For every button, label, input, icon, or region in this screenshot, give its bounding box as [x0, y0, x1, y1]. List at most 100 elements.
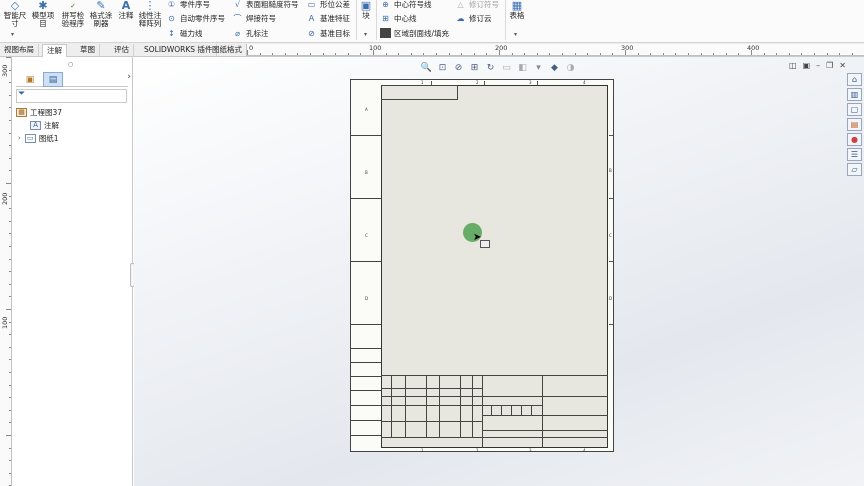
tab-annotation[interactable]: 注解: [42, 44, 67, 57]
ruler-tick: [788, 53, 790, 55]
ruler-tick: [272, 53, 274, 55]
file-explorer-icon[interactable]: ▢: [847, 103, 862, 116]
sheet-line: [542, 375, 543, 448]
maximize-icon[interactable]: ❐: [826, 61, 833, 70]
model-items-button[interactable]: ✱ 模型项 目: [30, 0, 56, 28]
display-style-icon[interactable]: ◧: [516, 62, 529, 75]
centerline-button[interactable]: ⊞ 中心线: [380, 11, 416, 25]
tab-view-layout[interactable]: 视图布局: [0, 44, 39, 57]
filter-icon[interactable]: ⏷: [18, 89, 25, 99]
note-button[interactable]: A 注释: [116, 0, 136, 20]
block-button[interactable]: ▣ 块: [359, 0, 373, 20]
smart-dimension-button[interactable]: ◇ 智能尺 寸: [3, 0, 27, 28]
appearance-icon[interactable]: ◆: [548, 62, 561, 75]
revision-symbol-button[interactable]: △ 修订符号: [455, 0, 499, 11]
sheet-line: [521, 405, 522, 415]
format-painter-button[interactable]: ✎ 格式涂 刷器: [88, 0, 114, 28]
design-library-icon[interactable]: ▥: [847, 88, 862, 101]
sheet-line: [482, 415, 608, 416]
sheet-line: [381, 405, 482, 406]
magnetic-line-button[interactable]: ↕ 磁力线: [166, 26, 202, 40]
tile-icon[interactable]: ◫: [789, 61, 797, 70]
surface-finish-icon: √: [234, 0, 241, 9]
command-manager-ribbon: ◇ 智能尺 寸 ✱ 模型项 目 ✓ 拼写检 验程序 ✎ 格式涂 刷器 A 注释 …: [0, 0, 864, 43]
hide-show-icon[interactable]: ▾: [532, 62, 545, 75]
drawing-sheet[interactable]: A B C D B C D 1 2 3 4 1 2 3 4: [350, 79, 614, 453]
ruler-label: 200: [495, 44, 508, 52]
ruler-label: 200: [1, 192, 9, 205]
restore-view-icon[interactable]: ▣: [803, 61, 811, 70]
ruler-tick: [9, 246, 11, 247]
appearances-icon[interactable]: ●: [847, 133, 862, 146]
forum-icon[interactable]: ▱: [847, 163, 862, 176]
datum-feature-button[interactable]: Ａ 基准特征: [306, 11, 351, 25]
ruler-label: 0: [249, 44, 254, 52]
tree-item-sheet[interactable]: › ▭ 图纸1: [18, 132, 59, 144]
title-block[interactable]: [381, 375, 608, 448]
sheet-line: [531, 405, 532, 415]
zoom-to-selection-icon[interactable]: ⊞: [468, 62, 481, 75]
block-dropdown-icon[interactable]: ▾: [364, 31, 367, 38]
ruler-tick: [763, 53, 765, 55]
custom-properties-icon[interactable]: ☰: [847, 148, 862, 161]
spell-check-button[interactable]: ✓ 拼写检 验程序: [60, 0, 86, 28]
feature-tree-tab[interactable]: ▣: [20, 72, 40, 87]
zoom-in-out-icon[interactable]: ⊘: [452, 62, 465, 75]
chevron-right-icon[interactable]: ›: [127, 72, 131, 82]
datum-target-icon: ⊘: [308, 28, 315, 38]
ruler-tick: [738, 53, 740, 55]
expand-arrow-icon[interactable]: ›: [18, 134, 21, 142]
ruler-tick: [360, 53, 362, 55]
property-manager-tab[interactable]: ▤: [43, 72, 63, 87]
section-view-icon[interactable]: ▭: [500, 62, 513, 75]
ruler-tick: [650, 53, 652, 55]
table-button[interactable]: ▦ 表格: [508, 0, 526, 20]
drawing-icon: ▦: [16, 107, 27, 117]
balloon-button[interactable]: ① 零件序号: [166, 0, 210, 11]
zone-tick: [609, 324, 613, 325]
tab-evaluate[interactable]: 评估: [110, 44, 134, 57]
center-mark-button[interactable]: ⊕ 中心符号线: [380, 0, 431, 11]
home-icon[interactable]: ⌂: [847, 73, 862, 86]
revision-cloud-button[interactable]: ☁ 修订云: [455, 11, 492, 25]
zone-tick: [431, 81, 432, 85]
ruler-tick: [801, 53, 803, 55]
hole-callout-icon: ⌀: [235, 28, 240, 38]
zone-tick: [609, 261, 613, 262]
sheet-line: [381, 396, 608, 397]
tree-filter-input[interactable]: [16, 89, 127, 103]
linear-note-pattern-button[interactable]: ⋮ 线性注 释阵列: [137, 0, 163, 28]
redraw-icon[interactable]: ↻: [484, 62, 497, 75]
zoom-to-area-icon[interactable]: ⊡: [436, 62, 449, 75]
tab-sketch[interactable]: 草图: [76, 44, 100, 57]
zone-tick: [537, 81, 538, 85]
area-hatch-button[interactable]: ■ 区域剖面线/填充: [380, 26, 449, 40]
document-window-controls: ◫ ▣ – ❐ ✕: [789, 61, 846, 70]
geometric-tolerance-button[interactable]: ▭ 形位公差: [306, 0, 350, 11]
minimize-icon[interactable]: –: [816, 61, 820, 70]
scene-icon[interactable]: ◑: [564, 62, 577, 75]
datum-target-button[interactable]: ⊘ 基准目标: [306, 26, 350, 40]
graphics-area[interactable]: 🔍 ⊡ ⊘ ⊞ ↻ ▭ ◧ ▾ ◆ ◑ ◫ ▣ – ❐ ✕ ⌂ ▥ ▢ ▤ ● …: [134, 57, 864, 486]
auto-balloon-button[interactable]: ⊙ 自动零件序号: [166, 11, 225, 25]
ruler-tick: [297, 53, 299, 55]
smart-dimension-dropdown-icon[interactable]: ▾: [11, 31, 14, 38]
close-icon[interactable]: ✕: [839, 61, 846, 70]
ruler-tick: [9, 132, 11, 134]
tree-item-drawing[interactable]: ▦ 工程图37: [16, 106, 62, 118]
ruler-tick: [486, 53, 488, 55]
weld-symbol-button[interactable]: ⌒ 焊接符号: [232, 11, 277, 25]
annotations-icon: A: [30, 120, 41, 130]
ruler-tick: [9, 472, 11, 474]
tree-item-annotations[interactable]: A 注解: [30, 119, 59, 131]
surface-finish-button[interactable]: √ 表面粗糙度符号: [232, 0, 299, 11]
tab-solidworks-addins[interactable]: SOLIDWORKS 插件: [140, 44, 218, 57]
tab-sheet-format[interactable]: 图纸格式: [208, 44, 247, 57]
sheet-line: [381, 85, 457, 86]
hole-callout-button[interactable]: ⌀ 孔标注: [232, 26, 268, 40]
ruler-label: 100: [369, 44, 382, 52]
table-dropdown-icon[interactable]: ▾: [514, 31, 517, 38]
zoom-to-fit-icon[interactable]: 🔍: [420, 62, 433, 75]
view-palette-icon[interactable]: ▤: [847, 118, 862, 131]
panel-grip-icon[interactable]: ○: [68, 61, 73, 68]
